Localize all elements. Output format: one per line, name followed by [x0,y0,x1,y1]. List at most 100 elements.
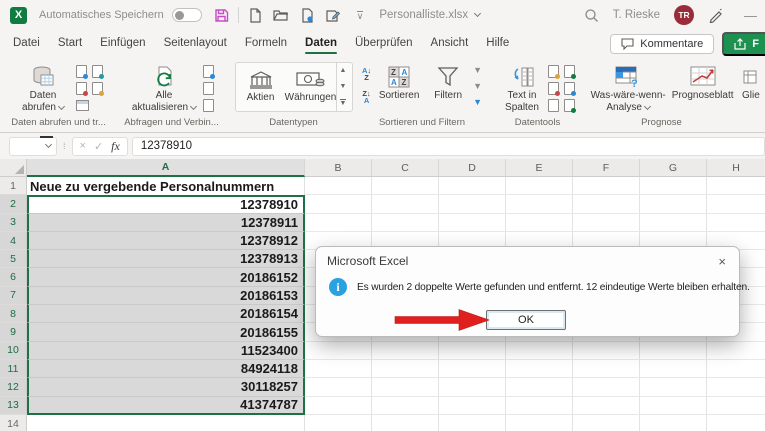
edit-pencil-icon[interactable] [708,8,724,23]
avatar[interactable]: TR [674,5,694,25]
name-box[interactable] [9,135,57,156]
outline-button[interactable]: Glie [742,62,765,102]
gallery-scroll[interactable]: ▲ ▼ ▼ [335,63,350,111]
user-name[interactable]: T. Rieske [613,9,660,21]
qat-overflow-icon[interactable]: ∨ [356,10,364,20]
cell-a4[interactable]: 12378912 [27,231,305,251]
reapply-filter-icon[interactable]: ▼ [473,81,482,91]
cell-a2[interactable]: 12378910 [27,195,305,214]
tab-hilfe[interactable]: Hilfe [477,32,518,55]
consolidate-icon[interactable] [564,82,576,96]
currencies-item[interactable]: Währungen [285,63,336,111]
empty-cells[interactable] [305,341,765,360]
data-validation-icon[interactable] [548,82,560,96]
row-header[interactable]: 8 [0,305,27,324]
sort-za-icon[interactable]: Z↓ A [362,90,371,105]
cancel-icon[interactable]: × [80,140,86,152]
column-header-f[interactable]: F [573,159,640,177]
data-model-icon[interactable] [564,99,576,113]
row-header[interactable]: 7 [0,286,27,306]
cell-a7[interactable]: 20186153 [27,286,305,306]
empty-cells[interactable] [305,177,765,196]
new-file-icon[interactable] [248,7,262,23]
row-header[interactable]: 12 [0,378,27,397]
row-header[interactable]: 10 [0,341,27,360]
tab-start[interactable]: Start [49,32,91,55]
select-all-button[interactable] [0,159,27,177]
enter-icon[interactable]: ✓ [94,140,103,153]
tab-einfuegen[interactable]: Einfügen [91,32,154,55]
stocks-item[interactable]: Aktien [236,63,286,111]
comments-button[interactable]: Kommentare [610,33,715,54]
open-file-icon[interactable] [273,8,289,22]
cell-a11[interactable]: 84924118 [27,359,305,379]
cell-a6[interactable]: 20186152 [27,268,305,287]
column-header-e[interactable]: E [506,159,573,177]
row-header[interactable]: 6 [0,268,27,287]
close-icon[interactable]: × [715,255,729,268]
tab-ueberpruefen[interactable]: Überprüfen [346,32,422,55]
column-header-c[interactable]: C [372,159,439,177]
cell-a10[interactable]: 11523400 [27,341,305,360]
row-header[interactable]: 4 [0,231,27,251]
scroll-up-icon[interactable]: ▲ [340,67,347,74]
tab-seitenlayout[interactable]: Seitenlayout [155,32,236,55]
tab-formeln[interactable]: Formeln [236,32,296,55]
refresh-all-button[interactable]: Alle aktualisieren [129,62,199,114]
remove-duplicates-icon[interactable] [564,65,576,79]
text-to-columns-button[interactable]: Text in Spalten [500,62,544,114]
empty-cells[interactable] [305,195,765,214]
empty-cells[interactable] [305,378,765,397]
filter-button[interactable]: Filtern [427,62,469,102]
autosave-toggle[interactable] [171,8,202,22]
share-button[interactable]: F [722,31,765,56]
formula-input[interactable]: 12378910 [131,136,765,156]
cell-a9[interactable]: 20186155 [27,323,305,342]
minimize-button[interactable]: — [744,8,757,23]
from-text-csv-icon[interactable] [76,65,88,79]
from-table-icon[interactable] [76,82,88,96]
properties-icon[interactable] [203,82,214,95]
cell-a14[interactable] [27,414,305,431]
drag-handle[interactable]: ⁞ [63,141,66,151]
cell-a8[interactable]: 20186154 [27,305,305,324]
empty-cells[interactable] [305,359,765,379]
search-icon[interactable] [584,8,599,23]
save-as-icon[interactable] [325,8,340,23]
clear-filter-icon[interactable]: ▼ [473,65,482,75]
row-header[interactable]: 9 [0,323,27,342]
cell-a13[interactable]: 41374787 [27,396,305,415]
cell-a12[interactable]: 30118257 [27,378,305,397]
edit-links-icon[interactable] [203,99,214,112]
scroll-down-icon[interactable]: ▼ [340,83,347,90]
row-header[interactable]: 13 [0,396,27,415]
relationships-icon[interactable] [548,99,559,112]
from-web-icon[interactable] [92,65,104,79]
queries-connections-icon[interactable] [203,65,215,79]
empty-cells[interactable] [305,414,765,431]
save-icon[interactable] [214,8,229,23]
forecast-sheet-button[interactable]: Prognoseblatt [671,62,734,102]
empty-cells[interactable] [305,213,765,232]
document-title[interactable]: Personalliste.xlsx [379,9,482,21]
sort-button[interactable]: ZAAZ Sortieren [375,62,423,102]
column-header-g[interactable]: G [640,159,707,177]
gallery-more-icon[interactable]: ▼ [339,98,347,107]
tab-ansicht[interactable]: Ansicht [422,32,478,55]
flash-fill-icon[interactable] [548,65,560,79]
sort-az-icon[interactable]: A↓ Z [362,67,371,82]
from-range-icon[interactable] [76,100,89,111]
row-header[interactable]: 2 [0,195,27,214]
column-header-a[interactable]: A [27,159,305,177]
get-data-button[interactable]: Daten abrufen [14,62,72,114]
what-if-analysis-button[interactable]: ? Was-wäre-wenn- Analyse [589,62,667,114]
print-icon[interactable] [300,7,314,23]
row-header[interactable]: 14 [0,414,27,431]
cell-a3[interactable]: 12378911 [27,213,305,232]
insert-function-icon[interactable]: fx [111,139,120,154]
tab-datei[interactable]: Datei [4,32,49,55]
column-header-d[interactable]: D [439,159,506,177]
excel-logo-icon[interactable]: X [10,6,27,24]
recent-sources-icon[interactable] [92,82,104,96]
row-header[interactable]: 5 [0,250,27,269]
